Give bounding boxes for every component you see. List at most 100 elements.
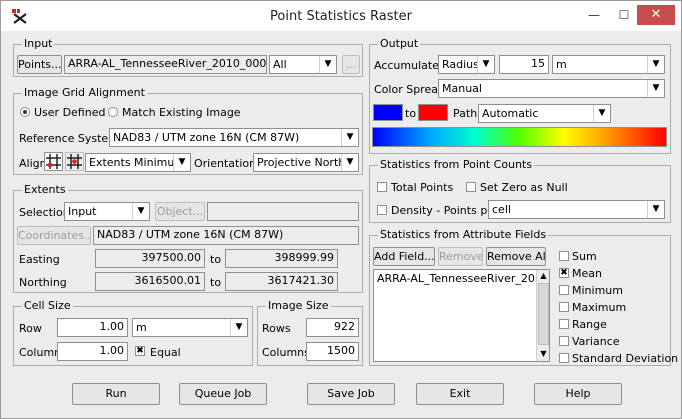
- orientation-dropdown[interactable]: Projective North ▼: [253, 153, 359, 172]
- attribute-fields-list[interactable]: ARRA-AL_TennesseeRiver_2010_ ▲ ▼: [373, 269, 550, 362]
- title-bar: Point Statistics Raster — ☐ ✕: [1, 1, 681, 31]
- object-field[interactable]: [207, 202, 359, 221]
- maximize-button[interactable]: ☐: [611, 6, 637, 24]
- help-button[interactable]: Help: [534, 383, 622, 405]
- color-spread-dropdown[interactable]: Manual ▼: [438, 79, 665, 98]
- chevron-down-icon: ▼: [647, 80, 664, 97]
- stat-checkbox-variance[interactable]: [559, 336, 569, 346]
- density-label: Density - Points per: [391, 204, 499, 217]
- rows-input[interactable]: 922: [306, 318, 359, 337]
- coordinates-system-field: NAD83 / UTM zone 16N (CM 87W): [93, 226, 359, 245]
- cell-unit-value: m: [136, 321, 147, 334]
- coordinates-button[interactable]: Coordinates...: [17, 226, 91, 245]
- chevron-down-icon: ▼: [647, 56, 664, 73]
- image-size-group-title: Image Size: [266, 299, 331, 312]
- attribute-fields-group-title: Statistics from Attribute Fields: [378, 228, 549, 241]
- radius-unit-value: m: [556, 58, 567, 71]
- chevron-down-icon: ▼: [341, 154, 358, 171]
- minimize-button[interactable]: —: [581, 6, 607, 24]
- accumulate-dropdown[interactable]: Radius ▼: [438, 55, 495, 74]
- selection-label: Selection: [19, 206, 70, 219]
- columns-input[interactable]: 1500: [306, 342, 359, 361]
- equal-label: Equal: [150, 346, 181, 359]
- reference-system-label: Reference System: [19, 132, 119, 145]
- cell-row-label: Row: [19, 322, 42, 335]
- accumulate-label: Accumulate: [374, 59, 439, 72]
- northing-from-field[interactable]: 3616500.01: [95, 272, 205, 291]
- add-field-button[interactable]: Add Field...: [373, 247, 435, 266]
- point-counts-group-title: Statistics from Point Counts: [378, 158, 535, 171]
- list-item[interactable]: ARRA-AL_TennesseeRiver_2010_: [377, 272, 549, 285]
- queue-job-button[interactable]: Queue Job: [179, 383, 267, 405]
- cell-column-label: Column: [19, 346, 62, 359]
- chevron-down-icon: ▼: [341, 129, 358, 146]
- cell-unit-dropdown[interactable]: m ▼: [132, 318, 248, 337]
- easting-label: Easting: [19, 253, 60, 266]
- list-scrollbar[interactable]: ▲ ▼: [536, 270, 549, 361]
- easting-to-field[interactable]: 398999.99: [225, 249, 338, 268]
- selection-dropdown[interactable]: Input ▼: [64, 202, 150, 221]
- align-dropdown[interactable]: Extents Minimum ▼: [85, 153, 191, 172]
- match-existing-label: Match Existing Image: [122, 106, 241, 119]
- orientation-value: Projective North: [257, 156, 346, 169]
- scroll-up-icon[interactable]: ▲: [537, 270, 549, 282]
- remove-button[interactable]: Remove: [438, 247, 483, 266]
- points-button[interactable]: Points...: [17, 55, 62, 74]
- total-points-checkbox[interactable]: [377, 182, 387, 192]
- density-checkbox[interactable]: [377, 205, 387, 215]
- selection-value: Input: [68, 205, 97, 218]
- input-filter-value: All: [273, 58, 287, 71]
- rows-label: Rows: [262, 322, 291, 335]
- to-color-swatch[interactable]: [418, 104, 448, 121]
- stat-checkbox-minimum[interactable]: [559, 285, 569, 295]
- stat-label-sum: Sum: [572, 250, 597, 263]
- scroll-down-icon[interactable]: ▼: [537, 348, 549, 360]
- radius-unit-dropdown[interactable]: m ▼: [552, 55, 665, 74]
- browse-button[interactable]: ...: [342, 55, 360, 74]
- set-zero-null-label: Set Zero as Null: [480, 181, 568, 194]
- northing-to-field[interactable]: 3617421.30: [225, 272, 338, 291]
- from-color-swatch[interactable]: [373, 104, 403, 121]
- radius-input[interactable]: 15: [499, 55, 549, 74]
- chevron-down-icon: ▼: [230, 319, 247, 336]
- match-existing-radio[interactable]: [108, 107, 118, 117]
- cell-column-input[interactable]: 1.00: [57, 342, 128, 361]
- density-unit-dropdown[interactable]: cell ▼: [488, 200, 665, 219]
- easting-from-field[interactable]: 397500.00: [95, 249, 205, 268]
- set-zero-null-checkbox[interactable]: [466, 182, 476, 192]
- chevron-down-icon: ▼: [477, 56, 494, 73]
- cell-row-input[interactable]: 1.00: [57, 318, 128, 337]
- stat-checkbox-range[interactable]: [559, 319, 569, 329]
- scroll-thumb[interactable]: [538, 283, 549, 345]
- user-defined-label: User Defined: [34, 106, 106, 119]
- stat-checkbox-standard-deviation[interactable]: [559, 353, 569, 363]
- point-statistics-raster-window: Point Statistics Raster — ☐ ✕ Input Poin…: [0, 0, 682, 419]
- align-grid-center-icon[interactable]: [65, 152, 84, 171]
- stat-checkbox-mean[interactable]: ✖: [559, 268, 569, 278]
- path-dropdown[interactable]: Automatic ▼: [478, 104, 611, 123]
- chevron-down-icon: ▼: [593, 105, 610, 122]
- reference-system-dropdown[interactable]: NAD83 / UTM zone 16N (CM 87W) ▼: [109, 128, 359, 147]
- chevron-down-icon: ▼: [319, 56, 336, 73]
- close-button[interactable]: ✕: [637, 5, 675, 25]
- align-value: Extents Minimum: [89, 156, 186, 169]
- input-file-field[interactable]: ARRA-AL_TennesseeRiver_2010_000002: [64, 55, 267, 74]
- user-defined-radio[interactable]: [20, 107, 30, 117]
- input-filter-dropdown[interactable]: All ▼: [269, 55, 337, 74]
- stat-label-variance: Variance: [572, 335, 620, 348]
- color-spread-value: Manual: [442, 82, 482, 95]
- object-button[interactable]: Object...: [155, 202, 205, 221]
- stat-checkbox-maximum[interactable]: [559, 302, 569, 312]
- equal-checkbox[interactable]: ✖: [135, 346, 145, 356]
- chevron-down-icon: ▼: [647, 201, 664, 218]
- align-label: Align: [19, 157, 47, 170]
- align-grid-icon[interactable]: [44, 152, 63, 171]
- stat-label-range: Range: [572, 318, 607, 331]
- stat-label-standard-deviation: Standard Deviation: [572, 352, 679, 365]
- save-job-button[interactable]: Save Job: [307, 383, 395, 405]
- stat-checkbox-sum[interactable]: [559, 251, 569, 261]
- stat-label-minimum: Minimum: [572, 284, 623, 297]
- run-button[interactable]: Run: [72, 383, 160, 405]
- exit-button[interactable]: Exit: [416, 383, 504, 405]
- remove-all-button[interactable]: Remove All: [486, 247, 546, 266]
